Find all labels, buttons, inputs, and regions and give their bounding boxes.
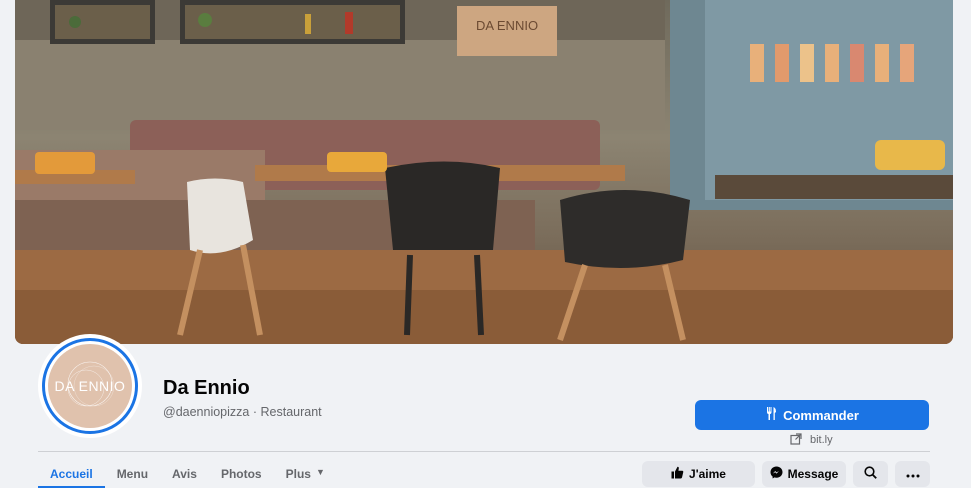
tab-label: Accueil bbox=[50, 467, 93, 481]
profile-avatar[interactable]: DA ENNIO bbox=[38, 334, 142, 438]
avatar-border: DA ENNIO bbox=[42, 338, 138, 434]
more-options-button[interactable] bbox=[895, 461, 930, 487]
tab-plus[interactable]: Plus ▼ bbox=[274, 460, 337, 488]
caret-down-icon: ▼ bbox=[315, 467, 325, 477]
logo-wordmark: DA ENNIO bbox=[54, 378, 126, 394]
page-actions: J'aime Message bbox=[642, 461, 930, 487]
message-label: Message bbox=[787, 467, 839, 481]
tab-label: Photos bbox=[220, 467, 262, 481]
messenger-icon bbox=[770, 466, 783, 482]
avatar-logo: DA ENNIO bbox=[48, 344, 132, 428]
page-title: Da Ennio bbox=[163, 377, 250, 399]
order-button-label: Commander bbox=[783, 407, 859, 423]
svg-text:DA ENNIO: DA ENNIO bbox=[476, 18, 538, 33]
subtitle-separator: · bbox=[252, 405, 258, 419]
search-icon bbox=[864, 466, 877, 482]
tab-photos[interactable]: Photos bbox=[209, 460, 274, 488]
tab-label: Menu bbox=[116, 467, 149, 481]
thumbs-up-icon bbox=[671, 466, 684, 482]
page-tabs: Accueil Menu Avis Photos Plus ▼ bbox=[38, 460, 337, 488]
page-subtitle: @daenniopizza · Restaurant bbox=[163, 405, 322, 419]
page-handle: @daenniopizza bbox=[163, 405, 250, 419]
search-page-button[interactable] bbox=[853, 461, 888, 487]
external-link-icon bbox=[790, 432, 802, 448]
cover-illustration: DA ENNIO bbox=[15, 0, 953, 344]
like-button[interactable]: J'aime bbox=[642, 461, 755, 487]
cover-photo[interactable]: DA ENNIO bbox=[15, 0, 953, 344]
message-button[interactable]: Message bbox=[762, 461, 846, 487]
page-category[interactable]: Restaurant bbox=[261, 405, 322, 419]
header-divider bbox=[38, 451, 930, 452]
tab-accueil[interactable]: Accueil bbox=[38, 460, 105, 488]
tab-label: Plus bbox=[285, 467, 311, 481]
website-label: bit.ly bbox=[810, 434, 833, 446]
tab-avis[interactable]: Avis bbox=[160, 460, 209, 488]
like-label: J'aime bbox=[689, 467, 726, 481]
order-button[interactable]: Commander bbox=[695, 400, 929, 430]
utensils-icon bbox=[765, 407, 777, 423]
more-dots-icon bbox=[906, 467, 920, 481]
tab-label: Avis bbox=[172, 467, 197, 481]
tab-menu[interactable]: Menu bbox=[105, 460, 160, 488]
website-link[interactable]: bit.ly bbox=[790, 432, 833, 448]
